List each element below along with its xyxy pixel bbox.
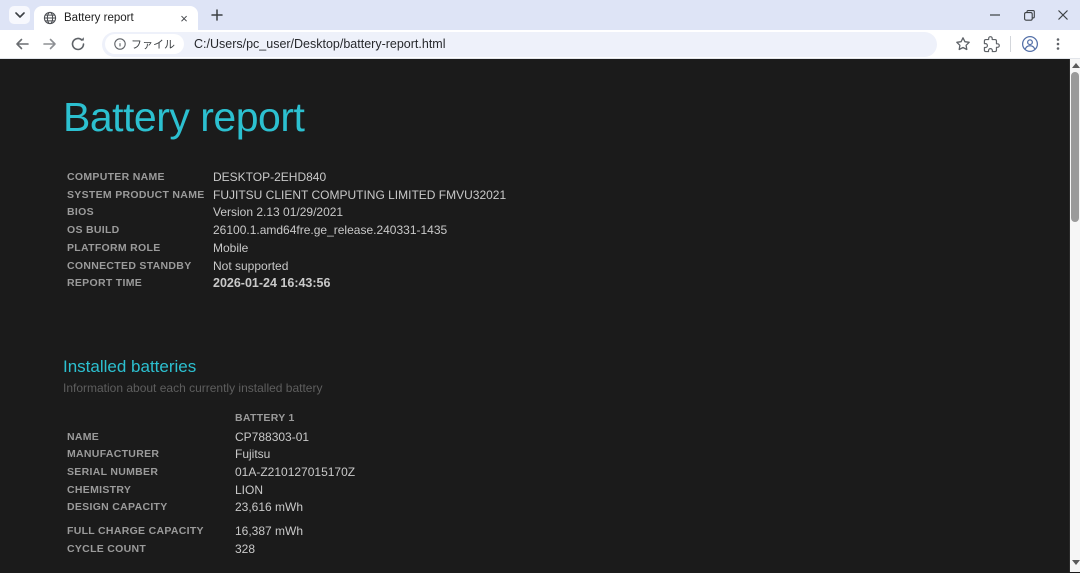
table-row: FULL CHARGE CAPACITY 16,387 mWh — [63, 523, 1080, 541]
scrollbar-up-arrow-icon[interactable] — [1072, 63, 1080, 68]
extensions-puzzle-button[interactable] — [977, 31, 1005, 57]
tab-search-button[interactable] — [9, 6, 30, 24]
row-value: LION — [235, 482, 263, 500]
row-value: CP788303-01 — [235, 429, 309, 447]
scrollbar-thumb[interactable] — [1071, 72, 1079, 222]
close-window-button[interactable] — [1046, 0, 1080, 30]
address-url: C:/Users/pc_user/Desktop/battery-report.… — [194, 37, 445, 51]
table-row: REPORT TIME 2026-01-24 16:43:56 — [63, 275, 1080, 293]
row-value: 328 — [235, 541, 255, 559]
row-label: CONNECTED STANDBY — [67, 258, 213, 276]
window-controls — [978, 0, 1080, 30]
table-row: PLATFORM ROLE Mobile — [63, 240, 1080, 258]
toolbar-separator — [1010, 36, 1011, 52]
minimize-button[interactable] — [978, 0, 1012, 30]
menu-kebab-button[interactable] — [1044, 31, 1072, 57]
browser-toolbar: ファイル C:/Users/pc_user/Desktop/battery-re… — [0, 30, 1080, 59]
info-icon — [114, 38, 126, 50]
row-label: DESIGN CAPACITY — [67, 499, 235, 517]
new-tab-button[interactable] — [204, 2, 230, 28]
file-protocol-chip[interactable]: ファイル — [105, 34, 184, 54]
row-value: Fujitsu — [235, 446, 270, 464]
row-label: PLATFORM ROLE — [67, 240, 213, 258]
table-row: SYSTEM PRODUCT NAME FUJITSU CLIENT COMPU… — [63, 187, 1080, 205]
section-subtitle: Information about each currently install… — [63, 381, 1080, 395]
reload-button[interactable] — [64, 31, 92, 57]
bookmark-star-button[interactable] — [949, 31, 977, 57]
battery-table: BATTERY 1 NAME CP788303-01 MANUFACTURER … — [63, 410, 1080, 559]
row-label: SYSTEM PRODUCT NAME — [67, 187, 213, 205]
table-row: CYCLE COUNT 328 — [63, 541, 1080, 559]
row-value: 16,387 mWh — [235, 523, 303, 541]
scrollbar-down-arrow-icon[interactable] — [1072, 560, 1080, 565]
address-bar[interactable]: ファイル C:/Users/pc_user/Desktop/battery-re… — [102, 32, 937, 57]
row-label: COMPUTER NAME — [67, 169, 213, 187]
row-value: FUJITSU CLIENT COMPUTING LIMITED FMVU320… — [213, 187, 506, 205]
tab-close-icon[interactable]: × — [176, 10, 192, 26]
row-value: Version 2.13 01/29/2021 — [213, 204, 343, 222]
installed-batteries-section: Installed batteries Information about ea… — [63, 357, 1080, 559]
row-label: REPORT TIME — [67, 275, 213, 293]
page-scrollbar[interactable] — [1069, 59, 1080, 572]
chevron-down-icon — [15, 12, 25, 18]
back-button[interactable] — [8, 31, 36, 57]
row-label: FULL CHARGE CAPACITY — [67, 523, 235, 541]
row-value: 01A-Z210127015170Z — [235, 464, 355, 482]
profile-avatar-button[interactable] — [1016, 31, 1044, 57]
table-row: COMPUTER NAME DESKTOP-2EHD840 — [63, 169, 1080, 187]
forward-button[interactable] — [36, 31, 64, 57]
row-value: 26100.1.amd64fre.ge_release.240331-1435 — [213, 222, 447, 240]
row-value: 23,616 mWh — [235, 499, 303, 517]
section-heading: Installed batteries — [63, 357, 1080, 377]
table-row: OS BUILD 26100.1.amd64fre.ge_release.240… — [63, 222, 1080, 240]
tab-battery-report[interactable]: Battery report × — [34, 6, 198, 30]
file-protocol-label: ファイル — [131, 36, 175, 52]
globe-favicon-icon — [43, 11, 57, 25]
table-row: NAME CP788303-01 — [63, 429, 1080, 447]
browser-tab-strip: Battery report × — [0, 0, 1080, 30]
system-info-table: COMPUTER NAME DESKTOP-2EHD840 SYSTEM PRO… — [63, 169, 1080, 293]
tab-title: Battery report — [64, 12, 176, 24]
row-value: Not supported — [213, 258, 288, 276]
row-label: OS BUILD — [67, 222, 213, 240]
row-label: CHEMISTRY — [67, 482, 235, 500]
row-label: NAME — [67, 429, 235, 447]
table-row: SERIAL NUMBER 01A-Z210127015170Z — [63, 464, 1080, 482]
table-row: BIOS Version 2.13 01/29/2021 — [63, 204, 1080, 222]
report-time-value: 2026-01-24 16:43:56 — [213, 275, 330, 293]
table-row: CONNECTED STANDBY Not supported — [63, 258, 1080, 276]
row-label: CYCLE COUNT — [67, 541, 235, 559]
table-row: MANUFACTURER Fujitsu — [63, 446, 1080, 464]
row-value: DESKTOP-2EHD840 — [213, 169, 326, 187]
row-label: MANUFACTURER — [67, 446, 235, 464]
battery-report-page: Battery report COMPUTER NAME DESKTOP-2EH… — [0, 59, 1080, 572]
table-row: DESIGN CAPACITY 23,616 mWh — [63, 499, 1080, 517]
row-label: SERIAL NUMBER — [67, 464, 235, 482]
restore-button[interactable] — [1012, 0, 1046, 30]
page-title: Battery report — [63, 93, 1080, 141]
table-row: CHEMISTRY LION — [63, 482, 1080, 500]
row-value: Mobile — [213, 240, 248, 258]
battery-column-header: BATTERY 1 — [63, 410, 1080, 428]
row-label: BIOS — [67, 204, 213, 222]
